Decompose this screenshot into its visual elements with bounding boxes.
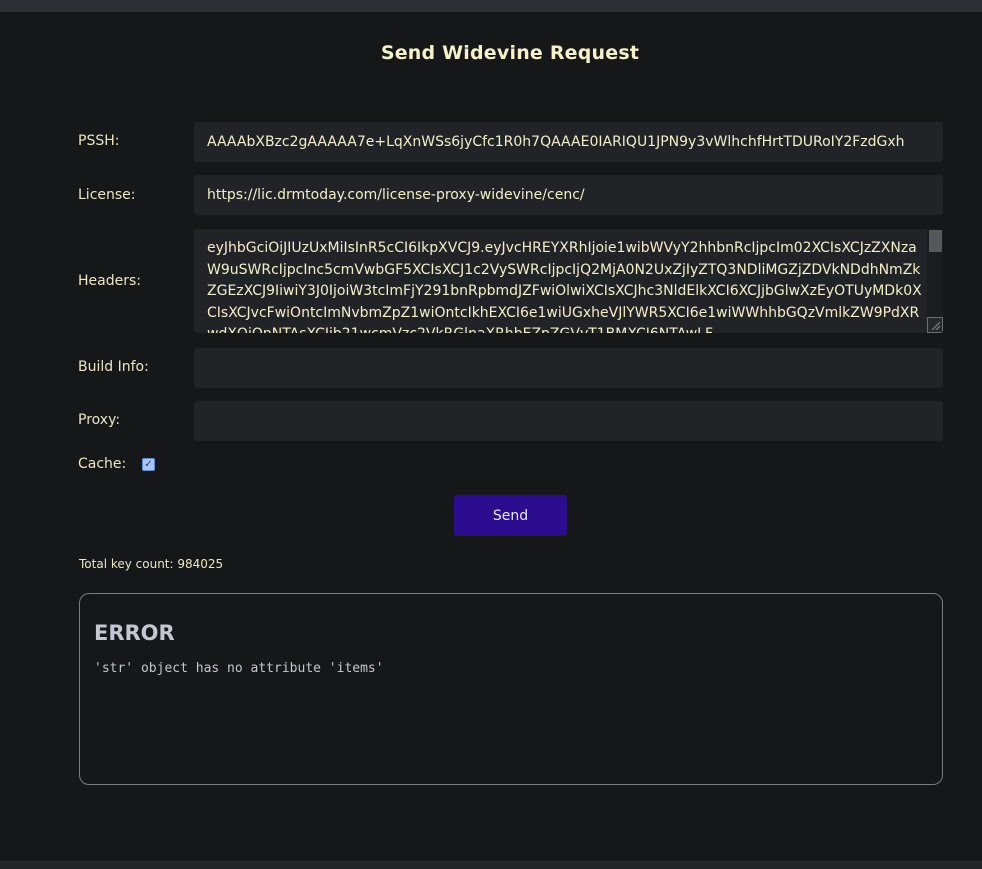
key-count-text: Total key count: 984025 <box>79 557 224 571</box>
send-button[interactable]: Send <box>454 495 567 536</box>
pssh-label: PSSH: <box>78 133 120 149</box>
cache-label: Cache: <box>78 456 127 472</box>
headers-textarea[interactable]: eyJhbGciOiJIUzUxMiIsInR5cCI6IkpXVCJ9.eyJ… <box>194 229 943 333</box>
proxy-label: Proxy: <box>78 412 121 428</box>
bottom-bar <box>0 861 982 869</box>
page-title: Send Widevine Request <box>380 42 640 64</box>
pssh-input[interactable]: AAAAbXBzc2gAAAAA7e+LqXnWSs6jyCfc1R0h7QAA… <box>194 122 943 162</box>
headers-textarea-value: eyJhbGciOiJIUzUxMiIsInR5cCI6IkpXVCJ9.eyJ… <box>207 240 922 333</box>
checkmark-icon: ✓ <box>144 458 153 470</box>
error-title: ERROR <box>94 621 175 645</box>
error-message: 'str' object has no attribute 'items' <box>94 661 384 676</box>
license-input[interactable]: https://lic.drmtoday.com/license-proxy-w… <box>194 175 943 215</box>
build-info-label: Build Info: <box>78 359 149 375</box>
top-bar <box>0 0 982 12</box>
license-input-value: https://lic.drmtoday.com/license-proxy-w… <box>207 187 585 203</box>
cache-checkbox[interactable]: ✓ <box>142 458 155 471</box>
pssh-input-value: AAAAbXBzc2gAAAAA7e+LqXnWSs6jyCfc1R0h7QAA… <box>207 134 905 150</box>
build-info-input[interactable] <box>194 348 943 388</box>
headers-label: Headers: <box>78 273 141 289</box>
headers-scroll-thumb[interactable] <box>929 230 942 252</box>
error-panel: ERROR 'str' object has no attribute 'ite… <box>79 593 943 785</box>
proxy-input[interactable] <box>194 401 943 441</box>
headers-resize-handle[interactable] <box>927 317 943 333</box>
license-label: License: <box>78 187 136 203</box>
